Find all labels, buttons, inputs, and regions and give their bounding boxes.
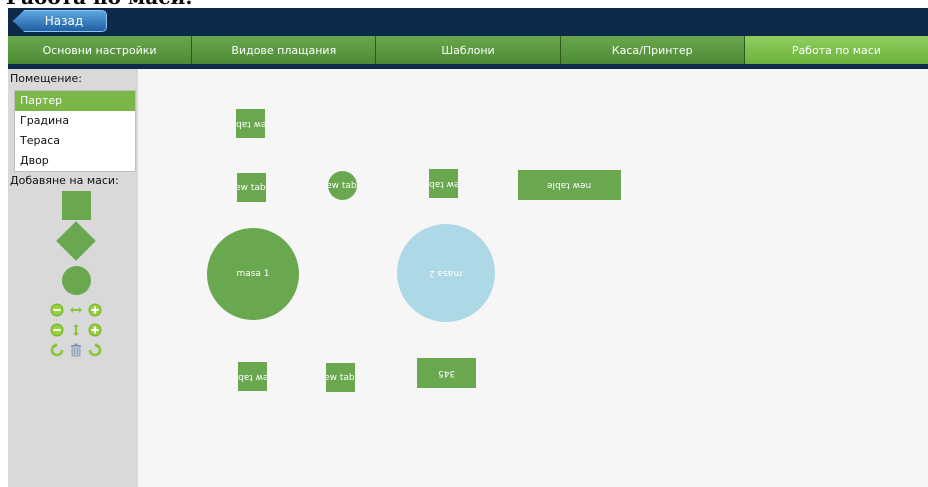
floor-plan-canvas[interactable]: new table new table new table new table … — [138, 69, 928, 487]
tab-payment-types[interactable]: Видове плащания — [192, 36, 377, 64]
page-heading: Работа по маси: — [0, 0, 928, 8]
room-item-yard[interactable]: Двор — [15, 151, 135, 171]
room-label: Помещение: — [10, 72, 83, 85]
table-item[interactable]: new table — [429, 169, 458, 198]
add-diamond-table-button[interactable] — [56, 221, 96, 261]
table-item[interactable]: 345 — [417, 358, 476, 388]
plus-width-icon[interactable] — [88, 303, 102, 317]
back-button[interactable]: Назад — [13, 10, 107, 32]
tab-bar: Основни настройки Видове плащания Шаблон… — [8, 36, 928, 64]
minus-width-icon[interactable] — [50, 303, 64, 317]
table-item[interactable]: new table — [236, 109, 265, 138]
minus-height-icon[interactable] — [50, 323, 64, 337]
app-window: Назад Основни настройки Видове плащания … — [8, 8, 928, 487]
table-item[interactable]: new table — [328, 171, 357, 200]
tab-basic-settings[interactable]: Основни настройки — [8, 36, 193, 64]
table-item[interactable]: new table — [237, 173, 266, 202]
rotate-left-icon[interactable] — [50, 343, 64, 357]
room-item-garden[interactable]: Градина — [15, 111, 135, 131]
plus-height-icon[interactable] — [88, 323, 102, 337]
table-item-selected[interactable]: masa 2 — [397, 224, 495, 322]
tab-table-work[interactable]: Работа по маси — [744, 36, 928, 64]
add-tables-label: Добавяне на маси: — [10, 174, 119, 187]
table-item[interactable]: new table — [238, 362, 267, 391]
rotate-right-icon[interactable] — [88, 343, 102, 357]
trash-icon[interactable] — [69, 343, 83, 357]
table-item[interactable]: new table — [326, 363, 355, 392]
table-item[interactable]: new table — [518, 170, 621, 200]
width-arrows-icon — [69, 303, 83, 317]
room-item-terrace[interactable]: Тераса — [15, 131, 135, 151]
add-round-table-button[interactable] — [62, 266, 91, 295]
tab-cashregister-printer[interactable]: Каса/Принтер — [560, 36, 745, 64]
room-list: Партер Градина Тераса Двор — [14, 90, 136, 172]
height-arrows-icon — [69, 323, 83, 337]
tab-templates[interactable]: Шаблони — [376, 36, 561, 64]
table-item[interactable]: masa 1 — [207, 228, 299, 320]
sidebar: Помещение: Партер Градина Тераса Двор До… — [8, 69, 138, 487]
add-square-table-button[interactable] — [62, 191, 91, 220]
top-bar: Назад — [8, 8, 928, 36]
room-item-parter[interactable]: Партер — [15, 91, 135, 111]
